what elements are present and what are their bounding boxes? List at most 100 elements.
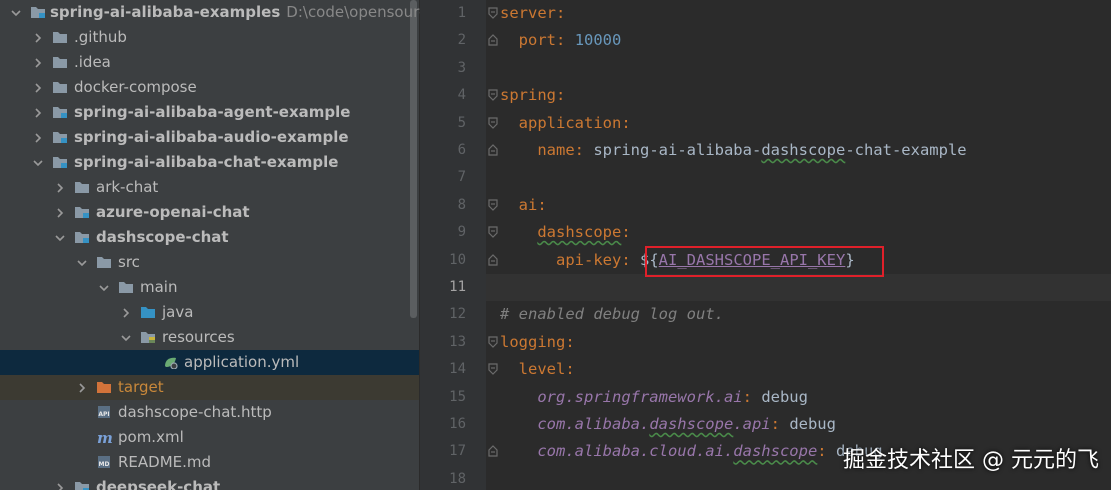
line-number: 6 (457, 142, 466, 158)
tree-item-label: ark-chat (96, 178, 159, 196)
line-number: 3 (457, 59, 466, 76)
code-line[interactable]: name: spring-ai-alibaba-dashscope-chat-e… (500, 137, 966, 164)
fold-open-icon[interactable] (486, 225, 500, 239)
fold-open-icon[interactable] (486, 335, 500, 349)
tree-item-label: application.yml (184, 353, 300, 371)
module-folder-icon (31, 7, 45, 18)
ide-window: spring-ai-alibaba-examples D:\code\openso… (0, 0, 1111, 490)
chevron-right-icon[interactable] (32, 82, 44, 94)
tree-item-label: .idea (74, 53, 111, 71)
line-number: 1 (457, 5, 466, 21)
tree-item-pom-xml[interactable]: m pom.xml (0, 425, 419, 450)
line-number: 5 (457, 114, 466, 131)
tree-item-spring-ai-alibaba-agent-example[interactable]: spring-ai-alibaba-agent-example (0, 100, 419, 125)
code-line[interactable]: port: 10000 (500, 27, 622, 54)
maven-file-icon: m (97, 430, 112, 444)
http-file-icon: API (98, 406, 110, 418)
tree-item-readme-md[interactable]: MD README.md (0, 450, 419, 475)
chevron-right-icon[interactable] (32, 107, 44, 119)
chevron-right-icon[interactable] (54, 482, 66, 490)
tree-item-ark-chat[interactable]: ark-chat (0, 175, 419, 200)
api-key-highlight-box (645, 246, 884, 277)
tree-item-spring-ai-alibaba-audio-example[interactable]: spring-ai-alibaba-audio-example (0, 125, 419, 150)
tree-item-java[interactable]: java (0, 300, 419, 325)
code-line[interactable]: org.springframework.ai: debug (500, 384, 808, 411)
fold-open-icon[interactable] (486, 116, 500, 130)
svg-text:API: API (98, 411, 109, 418)
fold-end-icon[interactable] (486, 143, 500, 157)
tree-item-application-yml[interactable]: application.yml (0, 350, 419, 375)
module-folder-icon (75, 207, 89, 218)
tree-root-label: spring-ai-alibaba-examples D:\code\openso… (50, 3, 437, 21)
chevron-right-icon[interactable] (76, 382, 88, 394)
tree-item-target[interactable]: target (0, 375, 419, 400)
fold-end-icon[interactable] (486, 253, 500, 267)
tree-root-item[interactable]: spring-ai-alibaba-examples D:\code\openso… (0, 0, 436, 25)
resources-folder-icon (141, 332, 155, 343)
excluded-folder-icon (97, 382, 111, 393)
tree-item-label: src (118, 253, 140, 271)
source-folder-icon (141, 307, 155, 318)
tree-item-deepseek-chat[interactable]: deepseek-chat (0, 475, 419, 490)
line-number: 12 (449, 306, 466, 323)
tree-item-dashscope-chat[interactable]: dashscope-chat (0, 225, 419, 250)
tree-item-label: docker-compose (74, 78, 197, 96)
code-line[interactable]: logging: (500, 329, 575, 356)
tree-item-idea[interactable]: .idea (0, 50, 419, 75)
chevron-right-icon[interactable] (32, 57, 44, 69)
folder-icon (119, 282, 133, 293)
chevron-right-icon[interactable] (54, 207, 66, 219)
tree-item-src[interactable]: src (0, 250, 419, 275)
tree-item-azure-openai-chat[interactable]: azure-openai-chat (0, 200, 419, 225)
tree-item-spring-ai-alibaba-chat-example[interactable]: spring-ai-alibaba-chat-example (0, 150, 419, 175)
watermark: 掘金技术社区 @ 元元的飞 (843, 448, 1099, 473)
fold-open-icon[interactable] (486, 362, 500, 376)
chevron-down-icon[interactable] (10, 7, 22, 19)
line-number: 9 (457, 224, 466, 241)
chevron-down-icon[interactable] (98, 282, 110, 294)
tree-item-label: target (118, 378, 164, 396)
tree-item-label: azure-openai-chat (96, 203, 250, 221)
chevron-down-icon[interactable] (54, 232, 66, 244)
folder-icon (97, 257, 111, 268)
tree-item-docker-compose[interactable]: docker-compose (0, 75, 419, 100)
tree-item-main[interactable]: main (0, 275, 419, 300)
code-line[interactable]: com.alibaba.cloud.ai.dashscope: debug (500, 438, 882, 465)
code-line[interactable]: com.alibaba.dashscope.api: debug (500, 411, 836, 438)
fold-end-icon[interactable] (486, 444, 500, 458)
line-number: 2 (457, 32, 466, 49)
spring-yaml-file-icon (165, 357, 178, 369)
tree-item-label: spring-ai-alibaba-audio-example (74, 128, 349, 146)
code-line[interactable]: spring: (500, 82, 565, 109)
fold-open-icon[interactable] (486, 88, 500, 102)
chevron-down-icon[interactable] (120, 332, 132, 344)
tree-item-github[interactable]: .github (0, 25, 419, 50)
line-number: 13 (449, 333, 466, 350)
code-line[interactable]: application: (500, 110, 631, 137)
folder-icon (53, 32, 67, 43)
code-line[interactable]: server: (500, 0, 565, 27)
line-number: 16 (449, 416, 466, 432)
code-line[interactable]: level: (500, 356, 575, 383)
folder-icon (53, 82, 67, 93)
code-line[interactable]: # enabled debug log out. (500, 301, 724, 328)
chevron-right-icon[interactable] (54, 182, 66, 194)
tree-item-resources[interactable]: resources (0, 325, 419, 350)
chevron-right-icon[interactable] (32, 132, 44, 144)
fold-open-icon[interactable] (486, 6, 500, 20)
code-line[interactable]: ai: (500, 192, 547, 219)
folder-icon (75, 182, 89, 193)
tree-item-label: spring-ai-alibaba-agent-example (74, 103, 351, 121)
chevron-down-icon[interactable] (76, 257, 88, 269)
tree-item-label: spring-ai-alibaba-chat-example (74, 153, 339, 171)
chevron-down-icon[interactable] (32, 157, 44, 169)
chevron-right-icon[interactable] (32, 32, 44, 44)
tree-item-label: README.md (118, 453, 212, 471)
code-line[interactable]: dashscope: (500, 219, 630, 246)
chevron-right-icon[interactable] (120, 307, 132, 319)
fold-open-icon[interactable] (486, 198, 500, 212)
line-number: 7 (457, 169, 466, 186)
tree-item-dashscope-chat-http[interactable]: API dashscope-chat.http (0, 400, 419, 425)
line-number: 18 (449, 470, 466, 487)
fold-end-icon[interactable] (486, 33, 500, 47)
